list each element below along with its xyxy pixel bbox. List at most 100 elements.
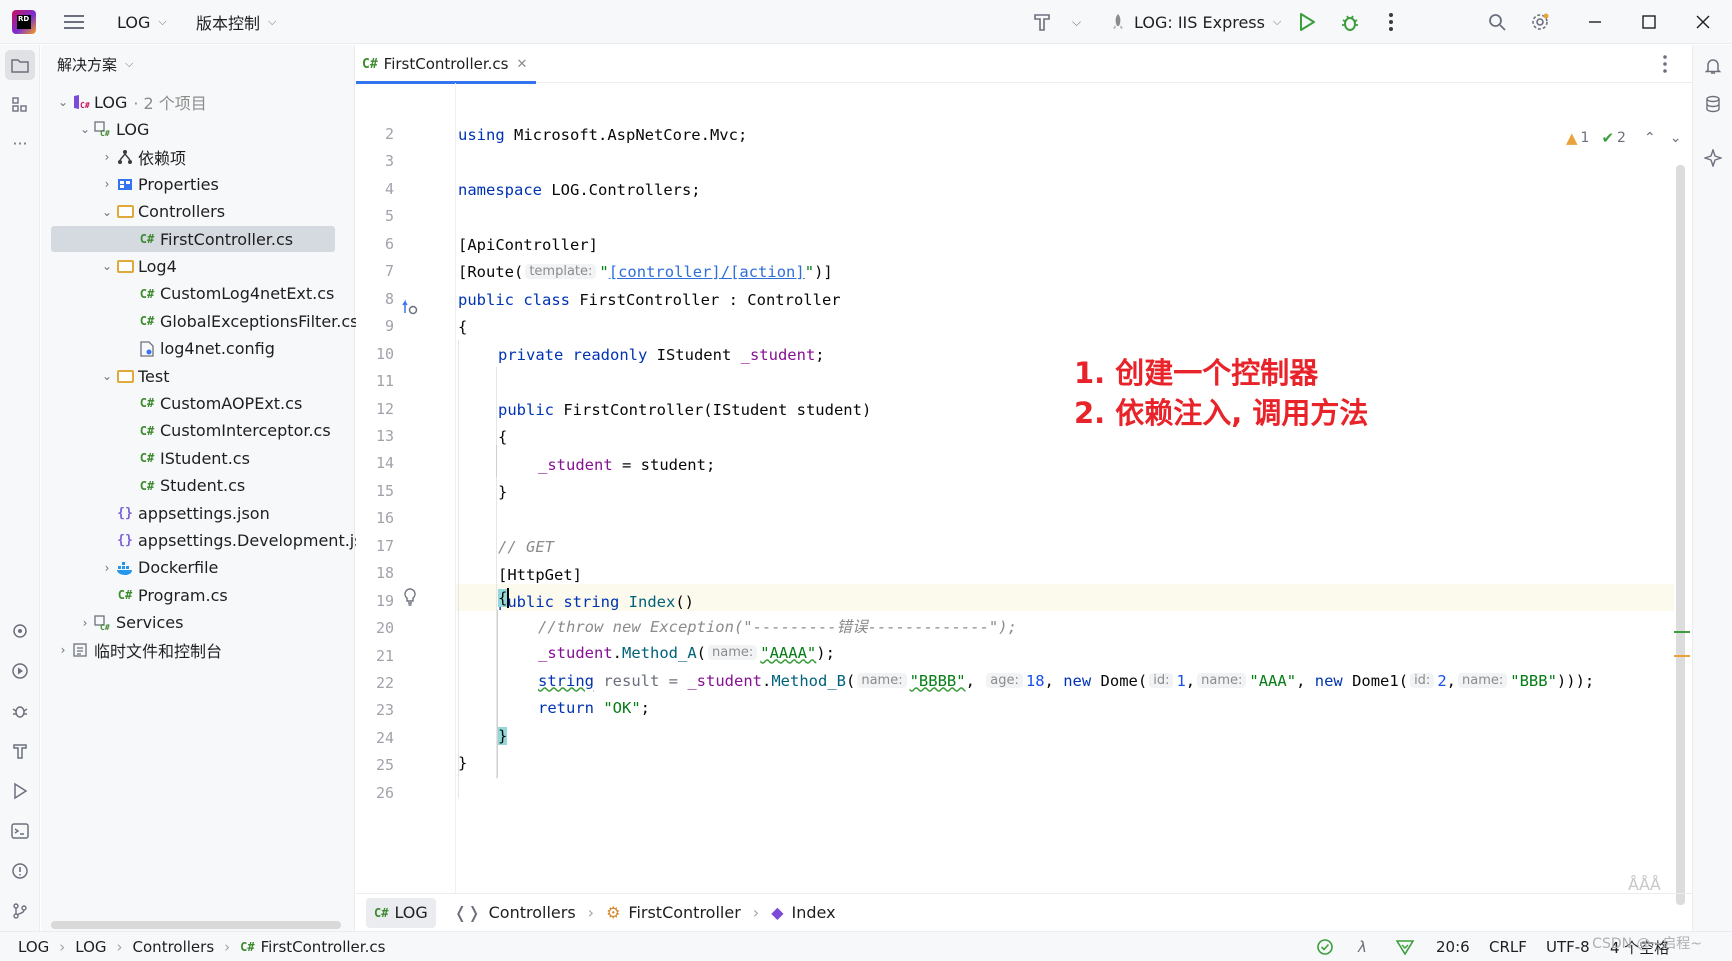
chevron-right-icon[interactable]: › [77,616,93,630]
tree-item[interactable]: C# GlobalExceptionsFilter.cs [121,308,359,334]
tree-item[interactable]: ⌄ C# LOG [77,116,149,142]
database-icon[interactable] [1702,93,1724,115]
chevron-right-icon[interactable]: › [55,643,71,657]
chevron-down-icon[interactable]: ⌵ [1072,0,1081,44]
chevron-right-icon[interactable]: › [99,150,115,164]
chevron-right-icon[interactable]: › [99,561,115,575]
run-config-selector[interactable]: LOG: IIS Express ⌵ [1110,0,1281,44]
project-menu[interactable]: LOG ⌵ [117,0,167,44]
solution-panel-header[interactable]: 解决方案 ⌵ [57,45,133,83]
status-crumb[interactable]: LOG [75,938,106,956]
status-crumb[interactable]: LOG [18,938,49,956]
maximize-icon[interactable] [1642,0,1656,44]
build-hammer-icon[interactable] [8,739,32,763]
git-branch-icon[interactable] [8,899,32,923]
code-line-8[interactable]: public class FirstController : Controlle… [458,286,841,313]
code-line-26[interactable]: } [458,749,467,776]
tree-item[interactable]: ⌄ Test [99,363,170,389]
tree-item[interactable]: C# CustomLog4netExt.cs [121,281,335,307]
tree-item[interactable]: C# CustomAOPExt.cs [121,390,303,416]
code-line-21[interactable]: //throw new Exception("---------错误------… [538,612,1017,639]
search-icon[interactable] [1488,0,1506,44]
settings-gear-icon[interactable] [1530,0,1550,44]
ai-assistant-icon[interactable] [1702,147,1724,169]
notifications-bell-icon[interactable] [1702,55,1724,77]
close-icon[interactable] [1696,0,1710,44]
structure-icon[interactable] [8,93,32,117]
code-line-10[interactable]: private readonly IStudent _student; [498,341,825,368]
breadcrumb-class[interactable]: ⚙ FirstController [606,903,741,922]
lightbulb-icon[interactable] [403,588,417,610]
tree-item[interactable]: {} appsettings.json [99,500,270,526]
route-template-link[interactable]: [controller]/[action] [609,263,805,281]
run-circle-icon[interactable] [8,659,32,683]
code-line-6[interactable]: [ApiController] [458,231,598,258]
reader-mode-icon[interactable]: ÅÅÅ [1628,875,1661,894]
tree-item[interactable]: C# IStudent.cs [121,445,250,471]
tree-item[interactable]: ⌄ Controllers [99,199,225,225]
tree-item[interactable]: {} appsettings.Development.json [99,527,382,553]
horizontal-scrollbar[interactable] [51,921,341,929]
tree-item[interactable]: C# Program.cs [99,582,228,608]
chevron-down-icon[interactable]: ⌄ [55,95,71,109]
code-line-4[interactable]: namespace LOG.Controllers; [458,176,701,203]
code-line-9[interactable]: { [458,313,467,340]
rider-logo-icon[interactable]: RD [12,10,36,34]
more-actions-icon[interactable] [1388,0,1394,44]
code-line-23[interactable]: string result = _student. Method_B(name: "… [538,667,1594,694]
tree-item[interactable]: C# Student.cs [121,473,245,499]
tree-item[interactable]: ⌄ Log4 [99,253,177,279]
folder-icon[interactable] [5,50,35,80]
vcs-menu[interactable]: 版本控制 ⌵ [196,0,276,44]
code-check-icon[interactable] [1316,932,1334,961]
status-crumb[interactable]: FirstController.cs [261,938,386,956]
code-line-17[interactable]: // GET [498,533,554,560]
tab-more-icon[interactable] [1662,54,1668,78]
tab-first-controller[interactable]: C# FirstController.cs ✕ [356,45,536,84]
tree-item[interactable]: ⌄ C# LOG · 2 个项目 [55,89,207,115]
tree-item[interactable]: log4net.config [121,336,275,362]
implemented-icon[interactable] [402,299,418,321]
code-line-2[interactable]: using Microsoft.AspNetCore.Mvc; [458,121,747,148]
code-line-13[interactable]: { [498,423,507,450]
code-line-12[interactable]: public FirstController(IStudent student) [498,396,871,423]
code-line-14[interactable]: _student = student; [538,451,715,478]
chevron-down-icon[interactable]: ⌄ [1670,130,1682,146]
code-line-22[interactable]: _student. Method_A(name: "AAAA"); [538,639,835,666]
tree-item[interactable]: › Dockerfile [99,555,219,581]
vertical-scrollbar[interactable] [1676,165,1685,905]
debug-icon[interactable] [1339,0,1361,44]
breadcrumb-project[interactable]: C# LOG [366,897,436,928]
services-icon[interactable] [8,619,32,643]
code-line-19[interactable]: public string Index() [498,588,694,615]
vcs-status-icon[interactable] [1396,932,1414,961]
problems-icon[interactable] [8,859,32,883]
code-line-24[interactable]: return "OK"; [538,694,650,721]
chevron-down-icon[interactable]: ⌄ [99,205,115,219]
status-crumb[interactable]: Controllers [133,938,215,956]
code-line-7[interactable]: [Route(template: " [controller]/[action] ")… [458,258,833,285]
inspection-widget[interactable]: ▲ 1 ✔ 2 ⌃ ⌄ [1566,129,1681,147]
code-line-20[interactable]: { [498,584,510,611]
file-encoding[interactable]: UTF-8 [1546,932,1590,961]
code-line-15[interactable]: } [498,478,507,505]
build-icon[interactable] [1032,0,1052,44]
tree-item[interactable]: › 依赖项 [99,144,186,170]
tree-item[interactable]: C# FirstController.cs [51,226,335,252]
chevron-down-icon[interactable]: ⌄ [99,259,115,273]
chevron-down-icon[interactable]: ⌄ [77,122,93,136]
run-play-icon[interactable] [8,779,32,803]
caret-position[interactable]: 20:6 [1436,932,1470,961]
tree-item[interactable]: C# CustomInterceptor.cs [121,418,331,444]
chevron-right-icon[interactable]: › [99,177,115,191]
bug-icon[interactable] [8,699,32,723]
close-tab-icon[interactable]: ✕ [516,57,527,72]
tree-item[interactable]: › C# Services [77,610,184,636]
code-line-18[interactable]: [HttpGet] [498,561,582,588]
tree-item[interactable]: › 临时文件和控制台 [55,637,222,663]
breadcrumb-namespace[interactable]: ❬❭ Controllers [454,903,576,922]
breadcrumb-method[interactable]: ◆ Index [771,903,835,922]
code-line-25[interactable]: } [498,722,508,749]
lambda-icon[interactable]: λ [1358,932,1367,961]
chevron-down-icon[interactable]: ⌄ [99,369,115,383]
